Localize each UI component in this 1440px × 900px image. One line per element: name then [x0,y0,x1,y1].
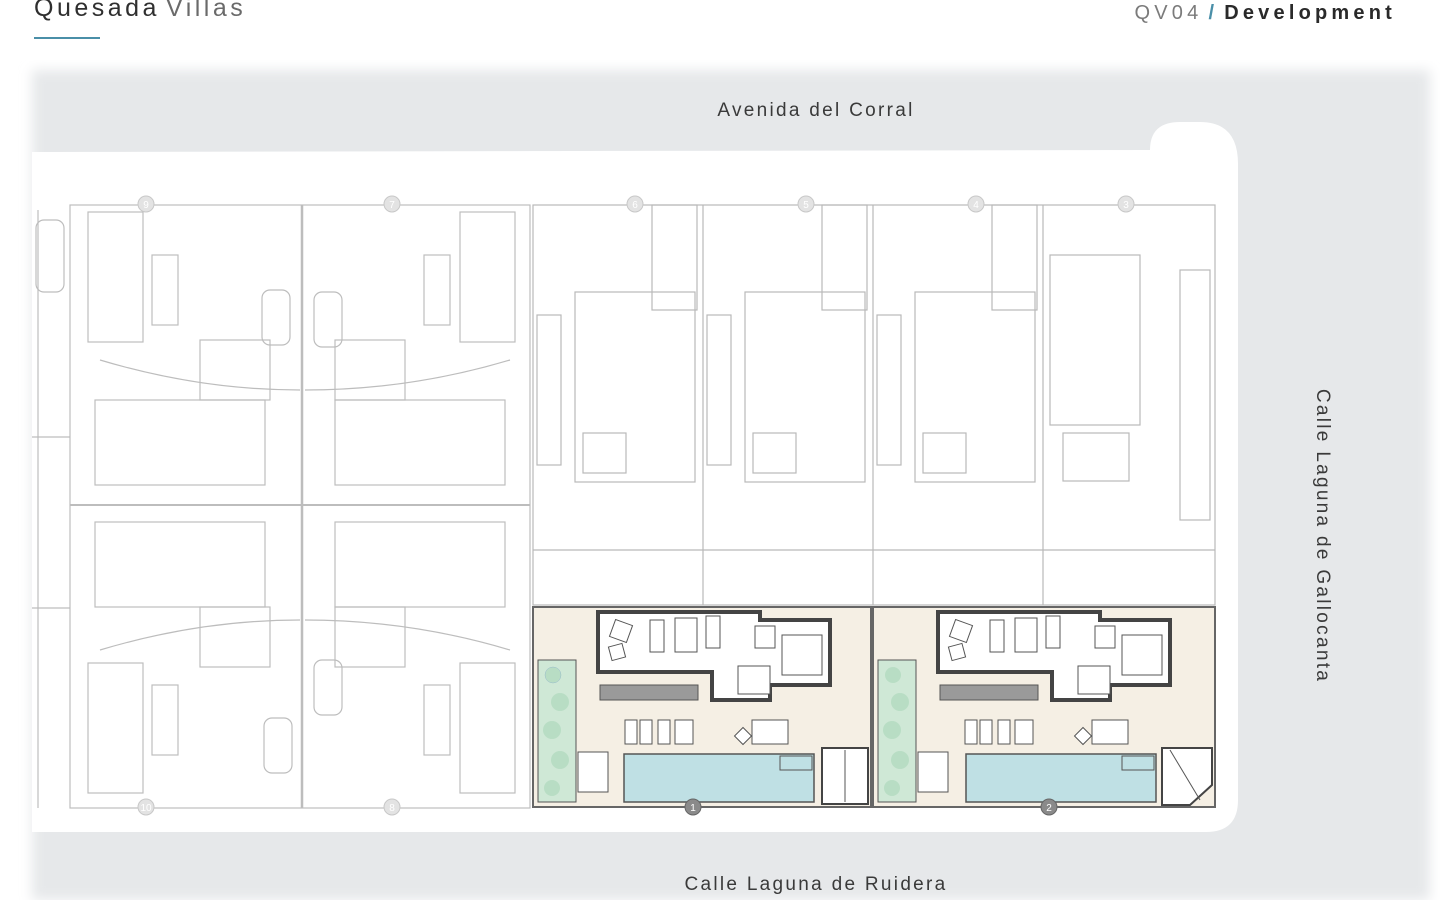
sofa-icon [989,619,1005,653]
street-label-top: Avenida del Corral [717,100,915,121]
lot-number: 10 [140,803,152,814]
tree-icon [544,780,560,796]
lot-marker-1[interactable]: 1 [684,798,702,816]
lot-number: 3 [1123,200,1129,211]
bed-icon [781,634,823,676]
lot-marker-8[interactable]: 8 [383,798,401,816]
street-label-right: Calle Laguna de Gallocanta [1312,388,1333,684]
kitchen-counter-icon [1045,615,1061,649]
lot-number: 5 [803,200,809,211]
dining-table-icon [674,617,698,653]
brand-logo[interactable]: Quesada Villas [34,0,246,23]
lot-marker-2[interactable]: 2 [1040,798,1058,816]
lounger-icon [964,719,978,745]
lot-number: 8 [389,803,395,814]
tree-icon [884,780,900,796]
outdoor-sofa-icon [751,719,789,745]
tree-icon [885,667,901,683]
villa-1-stairs [577,751,609,793]
site-plan: 9 7 6 5 4 3 10 8 1 2 Avenida del Corral … [0,60,1440,900]
lounger-icon [674,719,694,745]
lot-marker-7[interactable]: 7 [383,195,401,213]
street-label-bottom: Calle Laguna de Ruidera [684,874,948,895]
lot-number: 4 [973,200,979,211]
lot-number: 2 [1046,803,1052,814]
highlighted-villas [532,606,1216,808]
armchair-icon [947,642,967,662]
lot-number: 6 [632,200,638,211]
lounger-icon [1014,719,1034,745]
tree-icon [551,751,569,769]
bathroom-icon [1094,625,1116,649]
site-plan-drawing: 9 7 6 5 4 3 10 8 1 2 [32,70,1430,900]
lot-number: 7 [389,200,395,211]
villa-1-pool [623,753,815,803]
outdoor-sofa-icon [1091,719,1129,745]
brand-secondary: Villas [165,0,247,22]
villa-2-planter [939,684,1039,701]
dining-table-icon [1014,617,1038,653]
villa-2-stairs [917,751,949,793]
villa-2[interactable] [872,606,1216,808]
header: Quesada Villas QV04/Development [0,0,1440,48]
project-title: QV04/Development [1134,2,1396,25]
brand-underline [34,37,100,39]
tree-icon [891,693,909,711]
lot-number: 9 [143,200,149,211]
project-code: QV04 [1134,2,1203,24]
lot-marker-6[interactable]: 6 [626,195,644,213]
project-label: Development [1224,2,1396,24]
bed-icon [1121,634,1163,676]
stairs-icon [1077,665,1111,695]
brand-primary: Quesada [34,0,160,22]
tree-icon [544,666,562,684]
lot-marker-9[interactable]: 9 [137,195,155,213]
bathroom-icon [754,625,776,649]
tree-icon [551,693,569,711]
lot-number: 1 [690,803,696,814]
tree-icon [543,721,561,739]
lounger-icon [624,719,638,745]
lot-marker-4[interactable]: 4 [967,195,985,213]
lounger-icon [657,719,671,745]
sofa-icon [649,619,665,653]
lot-marker-10[interactable]: 10 [137,798,155,816]
kitchen-counter-icon [705,615,721,649]
tree-icon [883,721,901,739]
armchair-icon [607,642,627,662]
project-separator: / [1208,2,1219,24]
lounger-icon [997,719,1011,745]
stairs-icon [737,665,771,695]
villa-1-planter [599,684,699,701]
villa-2-pool [965,753,1157,803]
tree-icon [891,751,909,769]
villa-1[interactable] [532,606,872,808]
lot-marker-5[interactable]: 5 [797,195,815,213]
lounger-icon [639,719,653,745]
lot-marker-3[interactable]: 3 [1117,195,1135,213]
lounger-icon [979,719,993,745]
